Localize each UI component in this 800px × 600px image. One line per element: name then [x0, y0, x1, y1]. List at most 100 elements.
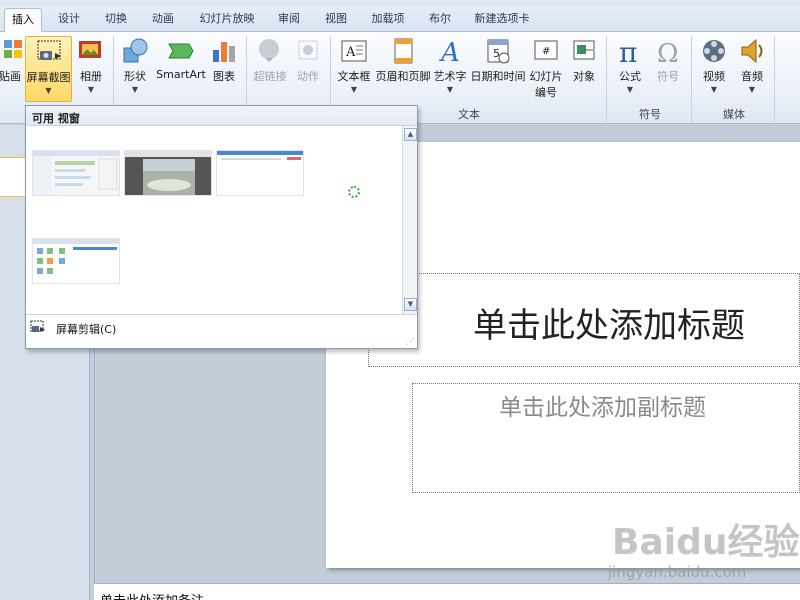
object-button[interactable]: 对象	[567, 36, 601, 102]
notes-placeholder-text: 单击此处添加备注	[100, 590, 204, 600]
resize-grip-icon[interactable]: ⋰	[406, 337, 414, 346]
wordart-button[interactable]: A 艺术字 ▼	[433, 36, 467, 102]
speaker-icon	[741, 38, 763, 64]
tab-insert[interactable]: 插入	[4, 8, 42, 33]
video-button[interactable]: 视频 ▼	[696, 36, 732, 102]
chevron-down-icon: ▼	[748, 85, 756, 94]
wordart-icon: A	[439, 38, 460, 66]
tab-transitions[interactable]: 切换	[97, 8, 135, 32]
chart-button[interactable]: 图表	[208, 36, 240, 102]
calendar-icon: 5	[487, 39, 510, 64]
window-thumbnail[interactable]	[124, 150, 212, 196]
group-label-media: 媒体	[723, 108, 745, 121]
hyperlink-icon	[259, 39, 279, 62]
scroll-down-button[interactable]: ▼	[404, 298, 417, 311]
header-footer-icon	[394, 38, 413, 64]
smartart-label: SmartArt	[156, 68, 206, 81]
chevron-down-icon: ▼	[131, 85, 139, 94]
svg-text:#: #	[542, 46, 550, 57]
tab-boolean[interactable]: 布尔	[421, 8, 459, 32]
chart-label: 图表	[213, 70, 235, 83]
shapes-label: 形状	[124, 70, 146, 83]
photo-album-icon	[79, 41, 101, 58]
group-separator	[774, 36, 775, 122]
datetime-label: 日期和时间	[470, 70, 526, 83]
smartart-icon	[168, 43, 194, 59]
chevron-down-icon: ▼	[626, 85, 634, 94]
screenshot-button[interactable]: 屏幕截图 ▼	[25, 36, 72, 102]
svg-text:Ω: Ω	[657, 39, 679, 66]
ribbon-tabs: 插入 设计 切换 动画 幻灯片放映 审阅 视图 加载项 布尔 新建选项卡	[0, 6, 800, 33]
audio-label: 音频	[741, 70, 763, 83]
window-thumbnail[interactable]	[32, 150, 120, 196]
tab-slideshow[interactable]: 幻灯片放映	[194, 8, 260, 32]
screen-clipping-icon	[30, 320, 45, 332]
textbox-button[interactable]: A 文本框 ▼	[335, 36, 373, 102]
action-button[interactable]: 动作	[291, 36, 325, 102]
tab-animations[interactable]: 动画	[144, 8, 182, 32]
window-preview-image	[33, 239, 119, 283]
scroll-up-button[interactable]: ▲	[404, 128, 417, 141]
header-footer-button[interactable]: 页眉和页脚	[375, 36, 431, 102]
photo-album-label: 相册	[80, 70, 102, 83]
video-label: 视频	[703, 70, 725, 83]
group-label-symbols: 符号	[639, 108, 661, 121]
chevron-down-icon: ▼	[446, 85, 454, 94]
window-thumbnail[interactable]	[216, 150, 304, 196]
title-placeholder-text: 单击此处添加标题	[473, 306, 745, 346]
tab-review[interactable]: 审阅	[270, 8, 308, 32]
screenshot-label: 屏幕截图	[26, 71, 71, 84]
chevron-down-icon: ▼	[87, 85, 95, 94]
slide-number-label-1: 幻灯片	[529, 70, 563, 83]
subtitle-placeholder-text: 单击此处添加副标题	[499, 395, 706, 421]
tab-new[interactable]: 新建选项卡	[468, 8, 536, 32]
slide-number-button[interactable]: # 幻灯片 编号	[527, 36, 565, 102]
film-reel-icon	[703, 40, 725, 62]
svg-text:A: A	[439, 38, 460, 66]
object-label: 对象	[573, 70, 595, 83]
window-thumbnail[interactable]	[32, 238, 120, 284]
shapes-button[interactable]: 形状 ▼	[118, 36, 152, 102]
loading-spinner-icon	[348, 186, 360, 198]
tab-addins[interactable]: 加载项	[364, 8, 412, 32]
symbol-label: 符号	[657, 70, 679, 83]
textbox-label: 文本框	[337, 70, 371, 83]
screen-clipping-item[interactable]: 屏幕剪辑(C)	[26, 315, 417, 339]
slide-number-icon: #	[534, 40, 558, 60]
window-preview-image	[217, 151, 303, 195]
group-separator	[606, 36, 607, 122]
subtitle-placeholder[interactable]: 单击此处添加副标题	[412, 383, 800, 493]
audio-button[interactable]: 音频 ▼	[734, 36, 770, 102]
smartart-button[interactable]: SmartArt	[155, 36, 207, 102]
chevron-down-icon: ▼	[350, 85, 358, 94]
equation-button[interactable]: π 公式 ▼	[612, 36, 648, 102]
slide-number-label-2: 编号	[535, 86, 557, 99]
screenshot-dropdown: 可用 视窗 ▲ ▼ 屏幕剪辑(C) ⋰	[25, 105, 418, 349]
symbol-button[interactable]: Ω 符号	[650, 36, 686, 102]
screen-clipping-label: 屏幕剪辑(C)	[56, 323, 117, 336]
window-preview-image	[125, 151, 211, 195]
watermark-url: jingyan.baidu.com	[608, 563, 747, 581]
photo-album-button[interactable]: 相册 ▼	[74, 36, 108, 102]
available-windows-header: 可用 视窗	[26, 106, 417, 126]
group-separator	[691, 36, 692, 122]
screenshot-icon	[37, 40, 61, 60]
datetime-button[interactable]: 5 日期和时间	[470, 36, 526, 102]
chart-icon	[213, 42, 235, 62]
gallery-scrollbar[interactable]: ▲ ▼	[402, 126, 417, 314]
tab-view[interactable]: 视图	[317, 8, 355, 32]
shapes-icon	[123, 38, 148, 63]
tab-design[interactable]: 设计	[50, 8, 88, 32]
clipart-icon	[4, 40, 22, 58]
available-windows-gallery	[26, 126, 401, 314]
object-icon	[573, 40, 595, 60]
title-placeholder[interactable]: 单击此处添加标题	[368, 273, 800, 367]
watermark: Baidu经验 jingyan.baidu.com	[592, 505, 800, 600]
window-preview-image	[33, 151, 119, 195]
textbox-icon: A	[341, 40, 367, 62]
slide-thumbnail[interactable]	[0, 157, 26, 197]
header-footer-label: 页眉和页脚	[375, 70, 431, 83]
equation-label: 公式	[619, 70, 641, 83]
hyperlink-button[interactable]: 超链接	[251, 36, 289, 102]
clipart-button[interactable]: 贴画	[0, 36, 24, 102]
